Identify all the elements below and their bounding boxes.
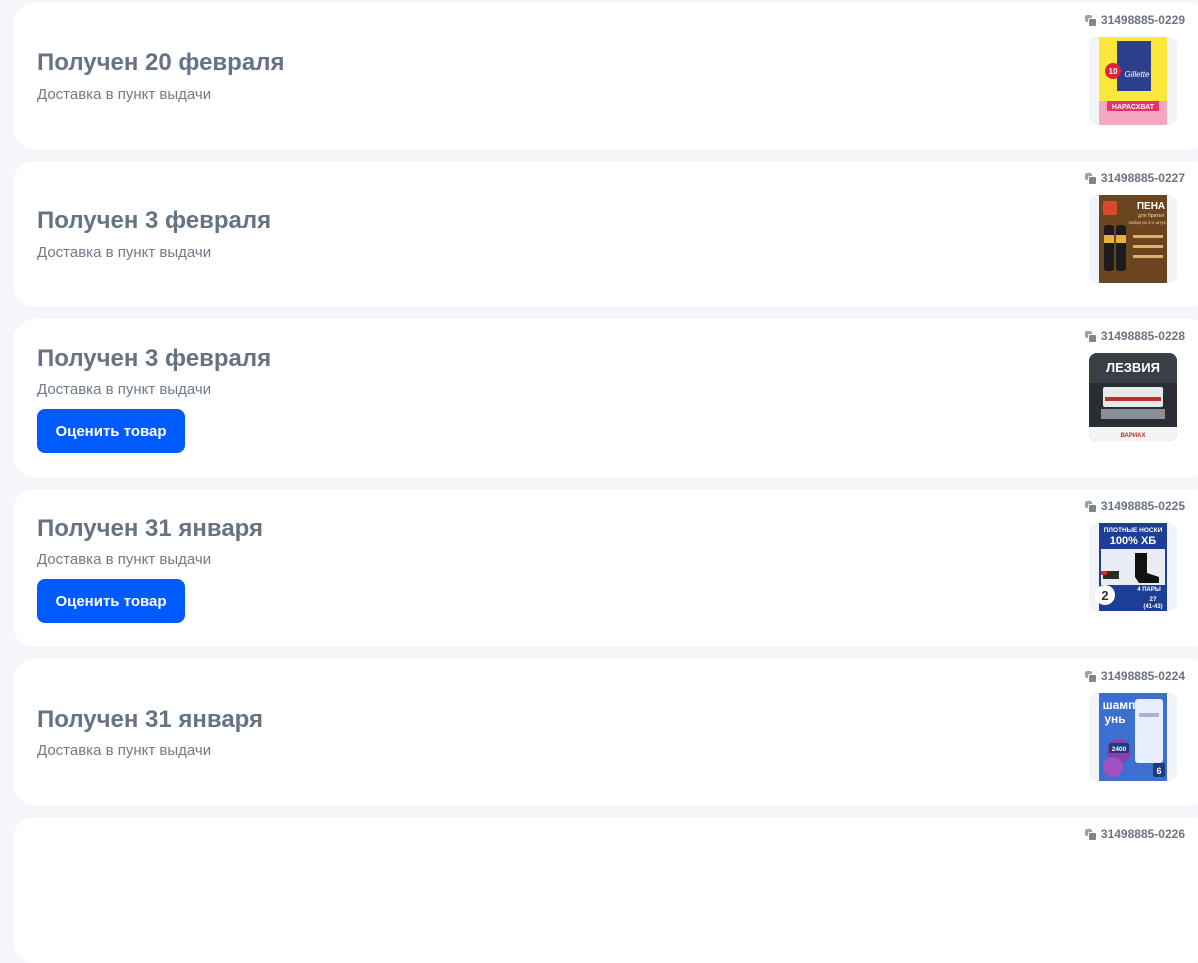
socks-pairs: 4 ПАРЫ (1137, 587, 1161, 593)
shaving-foam-product-image[interactable]: ПЕНА для бритья набор из 2-х штук (1089, 195, 1177, 283)
rate-product-button[interactable]: Оценить товар (37, 409, 185, 453)
order-card[interactable]: 31498885-0225 Получен 31 января Доставка… (13, 489, 1198, 647)
blades-brand: ВАРИАХ (1120, 433, 1145, 439)
shampoo-product-image[interactable]: шамп унь 2400 6 (1089, 693, 1177, 781)
shampoo-line1: шамп (1103, 698, 1136, 712)
shampoo-line2: унь (1104, 712, 1125, 726)
order-status-title: Получен 3 февраля (37, 345, 272, 372)
copy-icon[interactable] (1084, 500, 1097, 513)
rate-product-button[interactable]: Оценить товар (37, 579, 185, 623)
socks-line1: ПЛОТНЫЕ НОСКИ (1104, 527, 1163, 534)
order-number[interactable]: 31498885-0225 (1084, 499, 1185, 513)
order-card[interactable]: 31498885-0224 Получен 31 января Доставка… (13, 659, 1198, 805)
order-card[interactable]: 31498885-0229 Получен 20 февраля Доставк… (13, 3, 1198, 149)
order-status-title: Получен 31 января (37, 515, 264, 542)
socks-size: 27 (1149, 596, 1157, 603)
razor-blades-product-image[interactable]: ЛЕЗВИЯ ВАРИАХ (1089, 353, 1177, 441)
foam-sub: для бритья (1138, 213, 1164, 219)
socks-line2: 100% ХБ (1110, 535, 1157, 547)
copy-icon[interactable] (1084, 670, 1097, 683)
delivery-method: Доставка в пункт выдачи (37, 86, 212, 103)
order-status-title: Получен 20 февраля (37, 49, 285, 76)
foam-sub2: набор из 2-х штук (1128, 220, 1165, 225)
shampoo-volume: 2400 (1112, 746, 1127, 753)
order-number[interactable]: 31498885-0228 (1084, 329, 1185, 343)
order-card[interactable]: 31498885-0228 Получен 3 февраля Доставка… (13, 319, 1198, 477)
delivery-method: Доставка в пункт выдачи (37, 742, 212, 759)
order-card[interactable]: 31498885-0227 Получен 3 февраля Доставка… (13, 161, 1198, 307)
socks-product-image[interactable]: ПЛОТНЫЕ НОСКИ 100% ХБ 4 ПАРЫ 27 (41-43) … (1089, 523, 1177, 611)
order-status-title: Получен 3 февраля (37, 207, 272, 234)
gillette-sale: НАРАСХВАТ (1112, 104, 1155, 111)
delivery-method: Доставка в пункт выдачи (37, 381, 212, 398)
gillette-count: 10 (1109, 67, 1118, 76)
copy-icon[interactable] (1084, 828, 1097, 841)
quantity-badge: 2 (1095, 585, 1115, 605)
gillette-razor-product-image[interactable]: 10 Gillette НАРАСХВАТ (1089, 37, 1177, 125)
delivery-method: Доставка в пункт выдачи (37, 244, 212, 261)
shampoo-count: 6 (1156, 766, 1161, 776)
copy-icon[interactable] (1084, 330, 1097, 343)
copy-icon[interactable] (1084, 172, 1097, 185)
order-number[interactable]: 31498885-0229 (1084, 13, 1185, 27)
gillette-brand: Gillette (1125, 70, 1150, 79)
order-number[interactable]: 31498885-0226 (1084, 827, 1185, 841)
foam-title: ПЕНА (1137, 201, 1165, 212)
copy-icon[interactable] (1084, 14, 1097, 27)
order-card[interactable]: 31498885-0226 (13, 817, 1198, 963)
socks-range: (41-43) (1143, 604, 1162, 610)
blades-title: ЛЕЗВИЯ (1106, 360, 1160, 375)
delivery-method: Доставка в пункт выдачи (37, 551, 212, 568)
order-number[interactable]: 31498885-0227 (1084, 171, 1185, 185)
order-number[interactable]: 31498885-0224 (1084, 669, 1185, 683)
order-status-title: Получен 31 января (37, 706, 264, 733)
